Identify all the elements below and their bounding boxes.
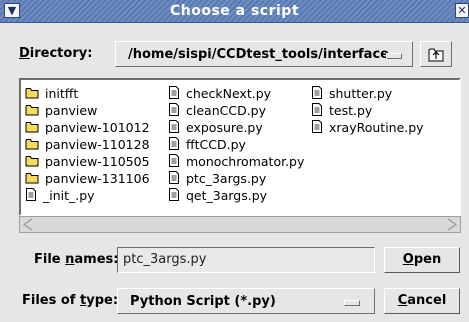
file-list-item-name: cleanCCD.py: [186, 103, 267, 118]
scroll-right-icon[interactable]: [444, 217, 460, 232]
open-button[interactable]: Open: [384, 247, 460, 273]
file-icon: [311, 86, 323, 103]
file-list-item-name: panview-131106: [45, 171, 150, 186]
file-list-item[interactable]: checkNext.py: [168, 85, 304, 102]
file-name-input[interactable]: ptc_3args.py: [117, 247, 375, 273]
file-list-item[interactable]: _init_.py: [25, 187, 150, 204]
file-list-item-name: panview: [45, 103, 98, 118]
file-icon: [168, 188, 180, 205]
file-list-item[interactable]: exposure.py: [168, 119, 304, 136]
file-list-item-name: test.py: [329, 103, 373, 118]
file-list-item[interactable]: shutter.py: [311, 85, 424, 102]
dropdown-arrow-icon: [344, 300, 360, 306]
file-icon: [168, 154, 180, 171]
file-list-item-name: checkNext.py: [186, 86, 272, 101]
file-list-item-name: panview-110128: [45, 137, 150, 152]
directory-label: Directory:: [19, 46, 93, 61]
directory-path: /home/sispi/CCDtest_tools/interface: [128, 47, 389, 62]
file-column-2: checkNext.py cleanCCD.py exposure.py fftCCD…: [168, 85, 304, 204]
title-bar[interactable]: ▼ Choose a script ✕: [0, 0, 469, 23]
file-list-item[interactable]: panview-101012: [25, 119, 150, 136]
file-list-item[interactable]: xrayRoutine.py: [311, 119, 424, 136]
file-list-item-name: panview-101012: [45, 120, 150, 135]
file-list-item-name: qet_3args.py: [186, 188, 268, 203]
file-list-item-name: xrayRoutine.py: [329, 120, 424, 135]
file-list-item[interactable]: cleanCCD.py: [168, 102, 304, 119]
folder-up-icon: [428, 48, 444, 62]
file-icon: [311, 120, 323, 137]
folder-icon: [25, 103, 39, 120]
cancel-button[interactable]: Cancel: [384, 288, 460, 314]
file-type-value: Python Script (*.py): [130, 294, 276, 309]
file-list-item[interactable]: qet_3args.py: [168, 187, 304, 204]
dropdown-arrow-icon: [386, 53, 402, 59]
file-names-label: File names:: [34, 252, 119, 267]
file-icon: [311, 103, 323, 120]
file-icon: [25, 188, 37, 205]
file-icon: [168, 120, 180, 137]
window-title: Choose a script: [169, 3, 300, 19]
file-type-select[interactable]: Python Script (*.py): [117, 288, 375, 314]
file-list-item-name: monochromator.py: [186, 154, 305, 169]
file-icon: [168, 137, 180, 154]
file-list-item[interactable]: panview-110128: [25, 136, 150, 153]
file-column-3: shutter.py test.py xrayRoutine.py: [311, 85, 424, 136]
file-list-item-name: _init_.py: [43, 188, 95, 203]
file-type-label: Files of type:: [22, 293, 119, 308]
file-list-item[interactable]: fftCCD.py: [168, 136, 304, 153]
file-list-item[interactable]: panview-110505: [25, 153, 150, 170]
close-button[interactable]: ✕: [455, 3, 469, 18]
parent-directory-button[interactable]: [420, 41, 452, 67]
file-list-item-name: fftCCD.py: [186, 137, 246, 152]
close-icon: ✕: [457, 4, 467, 17]
folder-icon: [25, 154, 39, 171]
file-list-item-name: initfft: [45, 86, 79, 101]
file-list-item-name: panview-110505: [45, 154, 150, 169]
folder-icon: [25, 137, 39, 154]
file-list-item[interactable]: test.py: [311, 102, 424, 119]
directory-combobox[interactable]: /home/sispi/CCDtest_tools/interface: [115, 41, 413, 67]
folder-icon: [25, 120, 39, 137]
file-list-item-name: exposure.py: [186, 120, 263, 135]
file-list-item[interactable]: monochromator.py: [168, 153, 304, 170]
file-column-1: initfft panview panview-101012 panview-1101…: [25, 85, 150, 204]
file-icon: [168, 86, 180, 103]
file-list-item-name: shutter.py: [329, 86, 393, 101]
file-list-item[interactable]: initfft: [25, 85, 150, 102]
folder-icon: [25, 171, 39, 188]
file-icon: [168, 171, 180, 188]
file-list-item[interactable]: panview-131106: [25, 170, 150, 187]
folder-icon: [25, 86, 39, 103]
file-list-item[interactable]: panview: [25, 102, 150, 119]
horizontal-scrollbar[interactable]: [19, 216, 461, 233]
file-list-item[interactable]: ptc_3args.py: [168, 170, 304, 187]
scroll-left-icon[interactable]: [20, 217, 36, 232]
file-list[interactable]: initfft panview panview-101012 panview-1101…: [19, 78, 461, 216]
file-icon: [168, 103, 180, 120]
file-list-item-name: ptc_3args.py: [186, 171, 267, 186]
